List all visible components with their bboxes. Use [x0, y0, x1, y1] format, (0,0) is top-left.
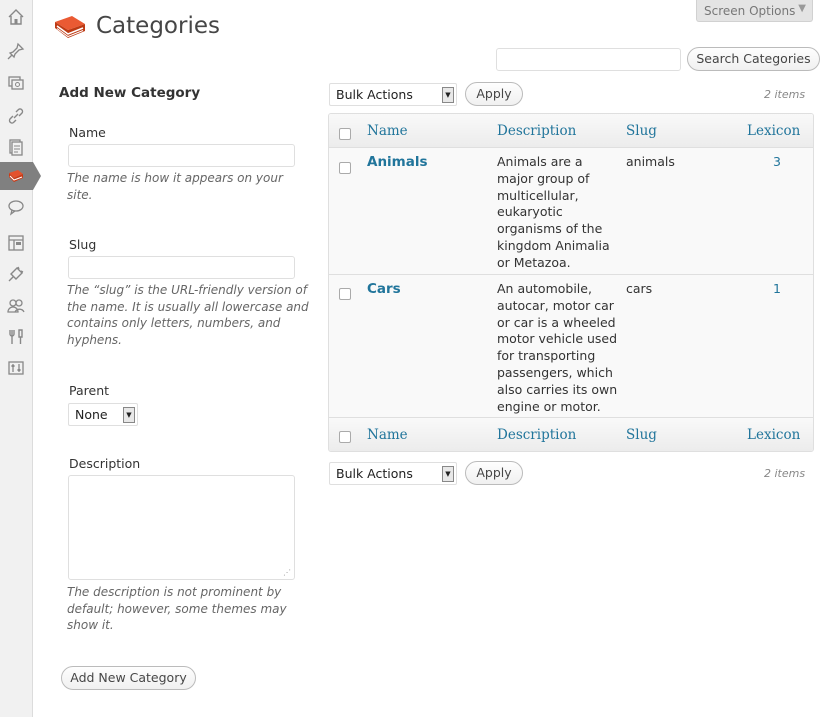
name-hint: The name is how it appears on your site. — [67, 171, 283, 202]
table-footer: Name Description Slug Lexicon — [329, 417, 813, 451]
media-icon[interactable] — [6, 73, 26, 93]
select-all-checkbox-footer[interactable] — [339, 431, 351, 443]
slug-hint: The “slug” is the URL-friendly version o… — [67, 283, 309, 347]
row-description: Animals are a major group of multicellul… — [497, 154, 610, 270]
slug-field[interactable] — [68, 256, 295, 279]
add-new-category-button[interactable]: Add New Category — [61, 666, 196, 690]
bulk-actions-select-bottom[interactable]: Bulk Actions ▼ — [329, 462, 457, 485]
search-categories-button[interactable]: Search Categories — [687, 47, 820, 71]
users-icon[interactable] — [6, 296, 26, 316]
chevron-down-icon: ▼ — [798, 3, 806, 14]
parent-label: Parent — [69, 383, 110, 398]
description-field[interactable]: ⋰ — [68, 475, 295, 580]
description-label: Description — [69, 456, 141, 471]
row-count-link[interactable]: 1 — [773, 281, 781, 298]
form-heading: Add New Category — [59, 85, 201, 101]
apply-button-top[interactable]: Apply — [465, 82, 523, 106]
column-lexicon[interactable]: Lexicon — [747, 123, 800, 139]
lexicon-title-icon — [55, 16, 85, 38]
tools-icon[interactable] — [6, 327, 26, 347]
table-header: Name Description Slug Lexicon — [329, 114, 813, 148]
row-checkbox[interactable] — [339, 162, 351, 174]
dashboard-icon[interactable] — [6, 7, 26, 27]
categories-table: Name Description Slug Lexicon Animals An… — [328, 113, 814, 452]
column-name-footer[interactable]: Name — [367, 427, 408, 443]
search-input[interactable] — [496, 48, 681, 71]
settings-icon[interactable] — [6, 358, 26, 378]
row-checkbox[interactable] — [339, 288, 351, 300]
row-name-link[interactable]: Cars — [367, 281, 401, 298]
items-count-bottom: 2 items — [764, 467, 806, 480]
column-slug[interactable]: Slug — [626, 123, 657, 139]
parent-select[interactable]: None ▼ — [68, 403, 138, 426]
chevron-down-icon: ▼ — [123, 407, 135, 423]
column-description-footer[interactable]: Description — [497, 427, 576, 443]
row-description: An automobile, autocar, motor car or car… — [497, 281, 618, 414]
row-slug: animals — [626, 154, 675, 169]
row-slug: cars — [626, 281, 653, 296]
bulk-actions-value: Bulk Actions — [336, 466, 413, 481]
comments-icon[interactable] — [6, 197, 26, 217]
screen-options-button[interactable]: Screen Options ▼ — [696, 0, 813, 22]
lexicon-icon[interactable] — [6, 166, 26, 186]
admin-sidebar — [0, 0, 41, 717]
bulk-actions-select-top[interactable]: Bulk Actions ▼ — [329, 83, 457, 106]
name-label: Name — [69, 125, 106, 140]
chevron-down-icon: ▼ — [442, 466, 454, 482]
bulk-actions-value: Bulk Actions — [336, 87, 413, 102]
column-lexicon-footer[interactable]: Lexicon — [747, 427, 800, 443]
plugins-icon[interactable] — [6, 264, 26, 284]
posts-icon[interactable] — [6, 41, 26, 61]
column-name[interactable]: Name — [367, 123, 408, 139]
select-all-checkbox[interactable] — [339, 128, 351, 140]
description-hint: The description is not prominent by defa… — [67, 585, 287, 632]
items-count-top: 2 items — [764, 88, 806, 101]
apply-button-bottom[interactable]: Apply — [465, 461, 523, 485]
row-count-link[interactable]: 3 — [773, 154, 781, 171]
column-description[interactable]: Description — [497, 123, 576, 139]
appearance-icon[interactable] — [6, 233, 26, 253]
resize-grip-icon[interactable]: ⋰ — [283, 568, 291, 577]
row-name-link[interactable]: Animals — [367, 154, 428, 171]
chevron-down-icon: ▼ — [442, 87, 454, 103]
links-icon[interactable] — [6, 106, 26, 126]
pages-icon[interactable] — [6, 137, 26, 157]
table-row: Animals Animals are a major group of mul… — [329, 148, 813, 274]
page-title: Categories — [96, 13, 220, 39]
parent-select-value: None — [75, 407, 108, 422]
name-field[interactable] — [68, 144, 295, 167]
slug-label: Slug — [69, 237, 97, 252]
column-slug-footer[interactable]: Slug — [626, 427, 657, 443]
table-row: Cars An automobile, autocar, motor car o… — [329, 274, 813, 417]
screen-options-label: Screen Options — [704, 4, 796, 18]
